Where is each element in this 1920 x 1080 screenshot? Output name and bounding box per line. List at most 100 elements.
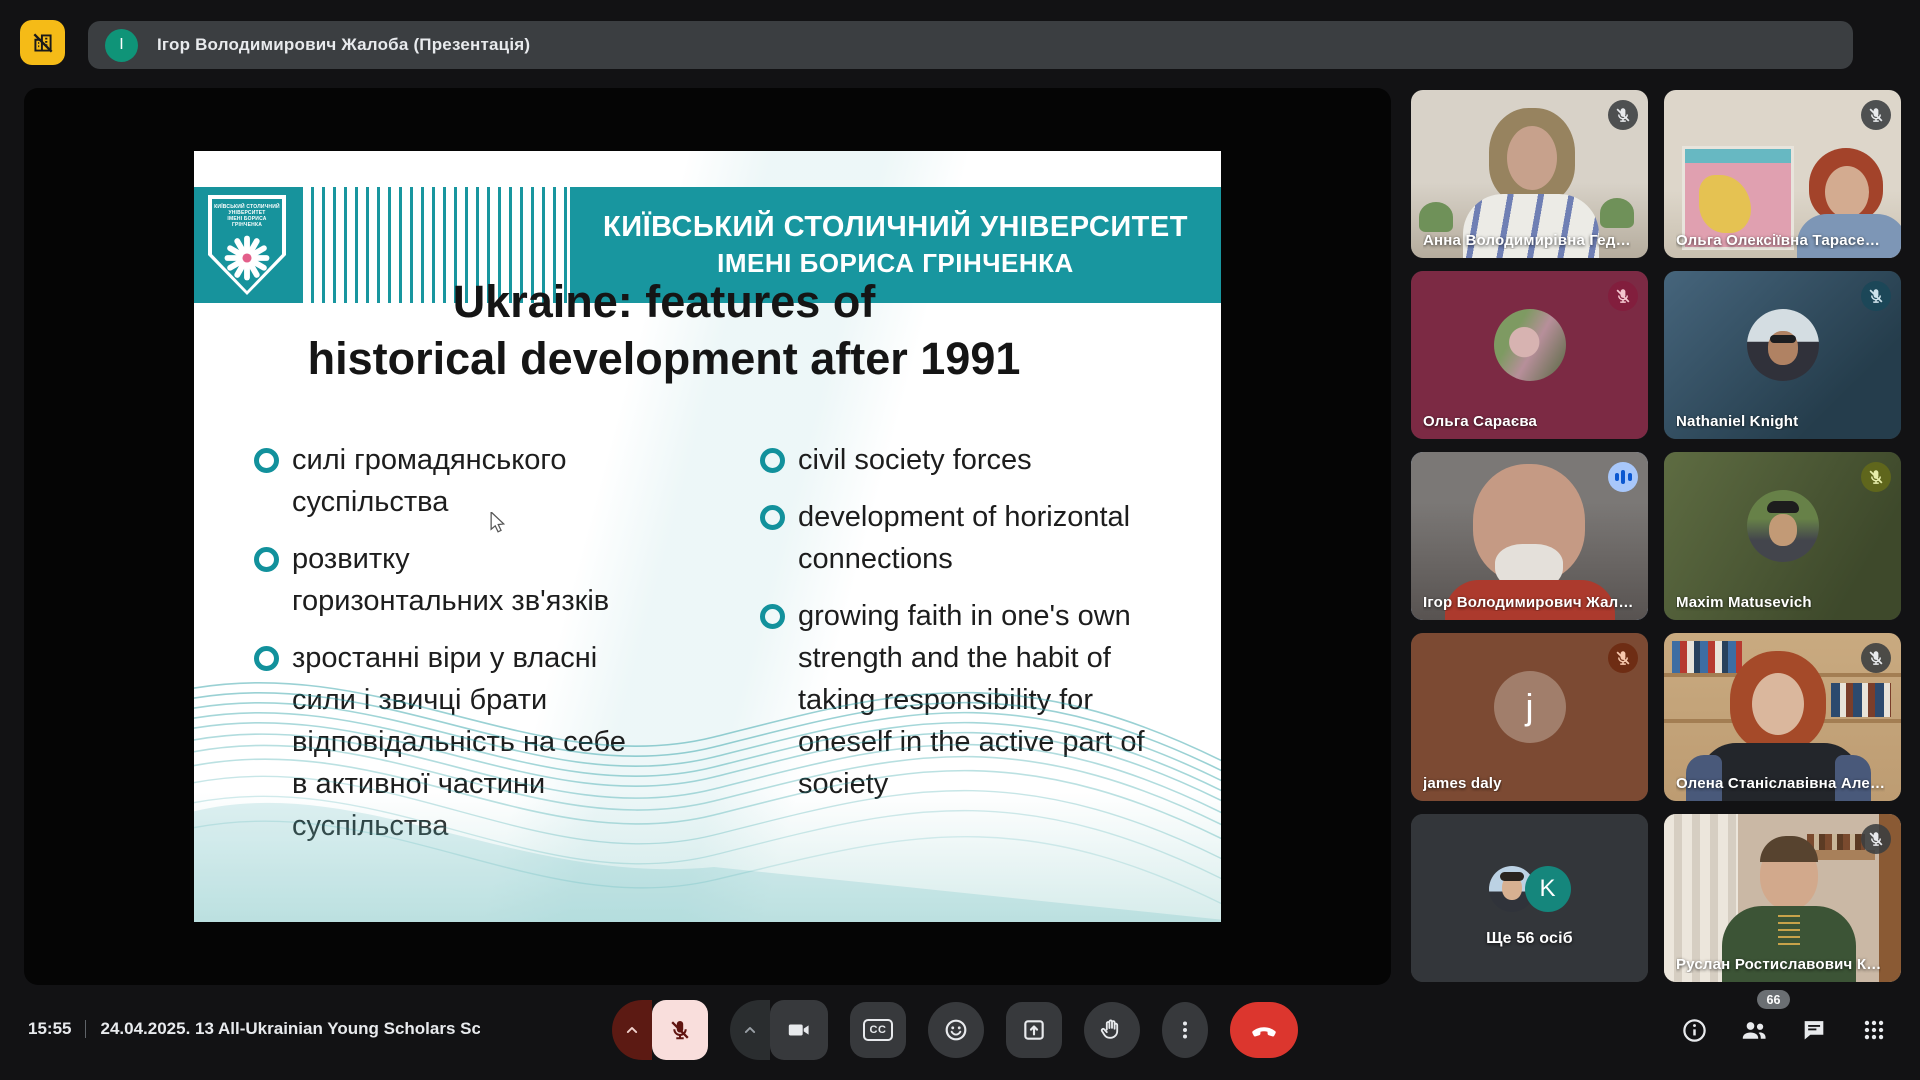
mic-off-icon — [1614, 287, 1632, 305]
smiley-icon — [943, 1017, 969, 1043]
chevron-up-icon — [740, 1020, 760, 1040]
raise-hand-button[interactable] — [1084, 1002, 1140, 1058]
participant-name: Ольга Олексіївна Тарасе… — [1676, 232, 1880, 249]
mic-off-icon — [1867, 287, 1885, 305]
chevron-up-icon — [622, 1020, 642, 1040]
camera-options-caret[interactable] — [730, 1000, 770, 1060]
mic-off-icon — [668, 1018, 692, 1042]
mic-off-icon — [1614, 649, 1632, 667]
captions-icon: CC — [863, 1019, 893, 1041]
participant-name: Ольга Сараєва — [1423, 413, 1537, 430]
plant-decor — [1600, 198, 1634, 228]
avatar-letter: j — [1494, 671, 1566, 743]
participant-tile-ruslan[interactable]: Руслан Ростиславович К… — [1664, 814, 1901, 982]
meeting-panels — [1678, 1014, 1890, 1046]
participant-tile-igor-speaking[interactable]: Ігор Володимирович Жал… — [1411, 452, 1648, 620]
clock-time: 15:55 — [28, 1019, 71, 1039]
mic-control-group — [612, 1000, 708, 1060]
end-call-icon — [1250, 1016, 1278, 1044]
audio-level-indicator — [1608, 462, 1638, 492]
logo-text-1: КИЇВСЬКИЙ СТОЛИЧНИЙ УНІВЕРСИТЕТ — [212, 204, 282, 216]
mic-off-badge — [1861, 281, 1891, 311]
stacked-avatars: K — [1489, 866, 1571, 912]
mic-off-badge — [1861, 824, 1891, 854]
embroidery — [1778, 910, 1800, 950]
plant-decor — [1419, 202, 1453, 232]
decorative-waves — [194, 632, 1221, 922]
avatar — [1494, 309, 1566, 381]
university-name-line1: КИЇВСЬКИЙ СТОЛИЧНИЙ УНІВЕРСИТЕТ — [603, 211, 1188, 244]
participant-count-badge: 66 — [1757, 990, 1790, 1009]
presentation-hidden-badge[interactable] — [20, 20, 65, 65]
info-icon — [1681, 1017, 1708, 1044]
call-controls: CC — [612, 1000, 1298, 1060]
mic-off-icon — [1614, 106, 1632, 124]
divider — [85, 1020, 86, 1038]
mic-off-badge — [1861, 100, 1891, 130]
mic-off-badge — [1861, 462, 1891, 492]
participant-name: Анна Володимирівна Гед… — [1423, 232, 1631, 249]
mic-off-icon — [1867, 649, 1885, 667]
mic-off-badge — [1608, 643, 1638, 673]
participant-tile-anna[interactable]: Анна Володимирівна Гед… — [1411, 90, 1648, 258]
participant-tile-maxim[interactable]: Maxim Matusevich — [1664, 452, 1901, 620]
presenter-initial: I — [119, 36, 123, 54]
person-face — [1752, 673, 1804, 735]
reactions-button[interactable] — [928, 1002, 984, 1058]
present-icon — [1021, 1017, 1047, 1043]
participant-name: james daly — [1423, 775, 1502, 792]
meeting-title: 24.04.2025. 13 All-Ukrainian Young Schol… — [100, 1019, 480, 1039]
mic-mute-button[interactable] — [652, 1000, 708, 1060]
shared-slide: КИЇВСЬКИЙ СТОЛИЧНИЙ УНІВЕРСИТЕТ ІМЕНІ БО… — [194, 151, 1221, 922]
slide-title-line1: Ukraine: features of — [214, 273, 1114, 330]
raise-hand-icon — [1099, 1017, 1125, 1043]
presenter-avatar: I — [105, 29, 138, 62]
mic-options-caret[interactable] — [612, 1000, 652, 1060]
books — [1672, 641, 1742, 673]
avatar — [1747, 490, 1819, 562]
slide-title-line2: historical development after 1991 — [214, 330, 1114, 387]
end-call-button[interactable] — [1230, 1002, 1298, 1058]
mic-off-badge — [1861, 643, 1891, 673]
person-face — [1507, 126, 1557, 190]
activities-button[interactable] — [1858, 1014, 1890, 1046]
camera-button[interactable] — [770, 1000, 828, 1060]
participants-grid: Анна Володимирівна Гед… Ольга Олексіївна… — [1411, 90, 1901, 982]
bullet-item: civil society forces — [760, 439, 1168, 481]
books — [1831, 683, 1891, 717]
mic-off-badge — [1608, 281, 1638, 311]
more-participants-label: Ще 56 осіб — [1411, 930, 1648, 948]
participant-name: Олена Станіславівна Але… — [1676, 775, 1885, 792]
present-screen-button[interactable] — [1006, 1002, 1062, 1058]
mouse-cursor-icon — [489, 512, 509, 534]
more-tile-background: K — [1411, 814, 1648, 982]
apps-grid-icon — [1861, 1017, 1887, 1043]
participant-name: Maxim Matusevich — [1676, 594, 1812, 611]
chat-panel-button[interactable] — [1798, 1014, 1830, 1046]
mic-off-icon — [1867, 468, 1885, 486]
captions-button[interactable]: CC — [850, 1002, 906, 1058]
participant-name: Nathaniel Knight — [1676, 413, 1798, 430]
person-face — [1825, 166, 1869, 218]
participant-tile-olga-t[interactable]: Ольга Олексіївна Тарасе… — [1664, 90, 1901, 258]
more-participants-tile[interactable]: K Ще 56 осіб — [1411, 814, 1648, 982]
participant-tile-james[interactable]: j james daly — [1411, 633, 1648, 801]
meeting-info: 15:55 24.04.2025. 13 All-Ukrainian Young… — [28, 1019, 480, 1039]
participant-tile-olena[interactable]: Олена Станіславівна Але… — [1664, 633, 1901, 801]
slide-title: Ukraine: features of historical developm… — [214, 273, 1114, 387]
presenter-pill: I Ігор Володимирович Жалоба (Презентація… — [88, 21, 1853, 69]
participant-tile-nathaniel[interactable]: Nathaniel Knight — [1664, 271, 1901, 439]
meeting-details-button[interactable] — [1678, 1014, 1710, 1046]
mic-off-icon — [1867, 106, 1885, 124]
bottom-bar: 15:55 24.04.2025. 13 All-Ukrainian Young… — [0, 995, 1920, 1080]
avatar-letter: K — [1525, 866, 1571, 912]
building-off-icon — [30, 30, 56, 56]
camera-control-group — [730, 1000, 828, 1060]
logo-text-2: ІМЕНІ БОРИСА ГРІНЧЕНКА — [212, 216, 282, 228]
mic-off-badge — [1608, 100, 1638, 130]
camera-icon — [787, 1018, 811, 1042]
participant-tile-olga-s[interactable]: Ольга Сараєва — [1411, 271, 1648, 439]
mic-off-icon — [1867, 830, 1885, 848]
people-panel-button[interactable] — [1738, 1014, 1770, 1046]
more-options-button[interactable] — [1162, 1002, 1208, 1058]
